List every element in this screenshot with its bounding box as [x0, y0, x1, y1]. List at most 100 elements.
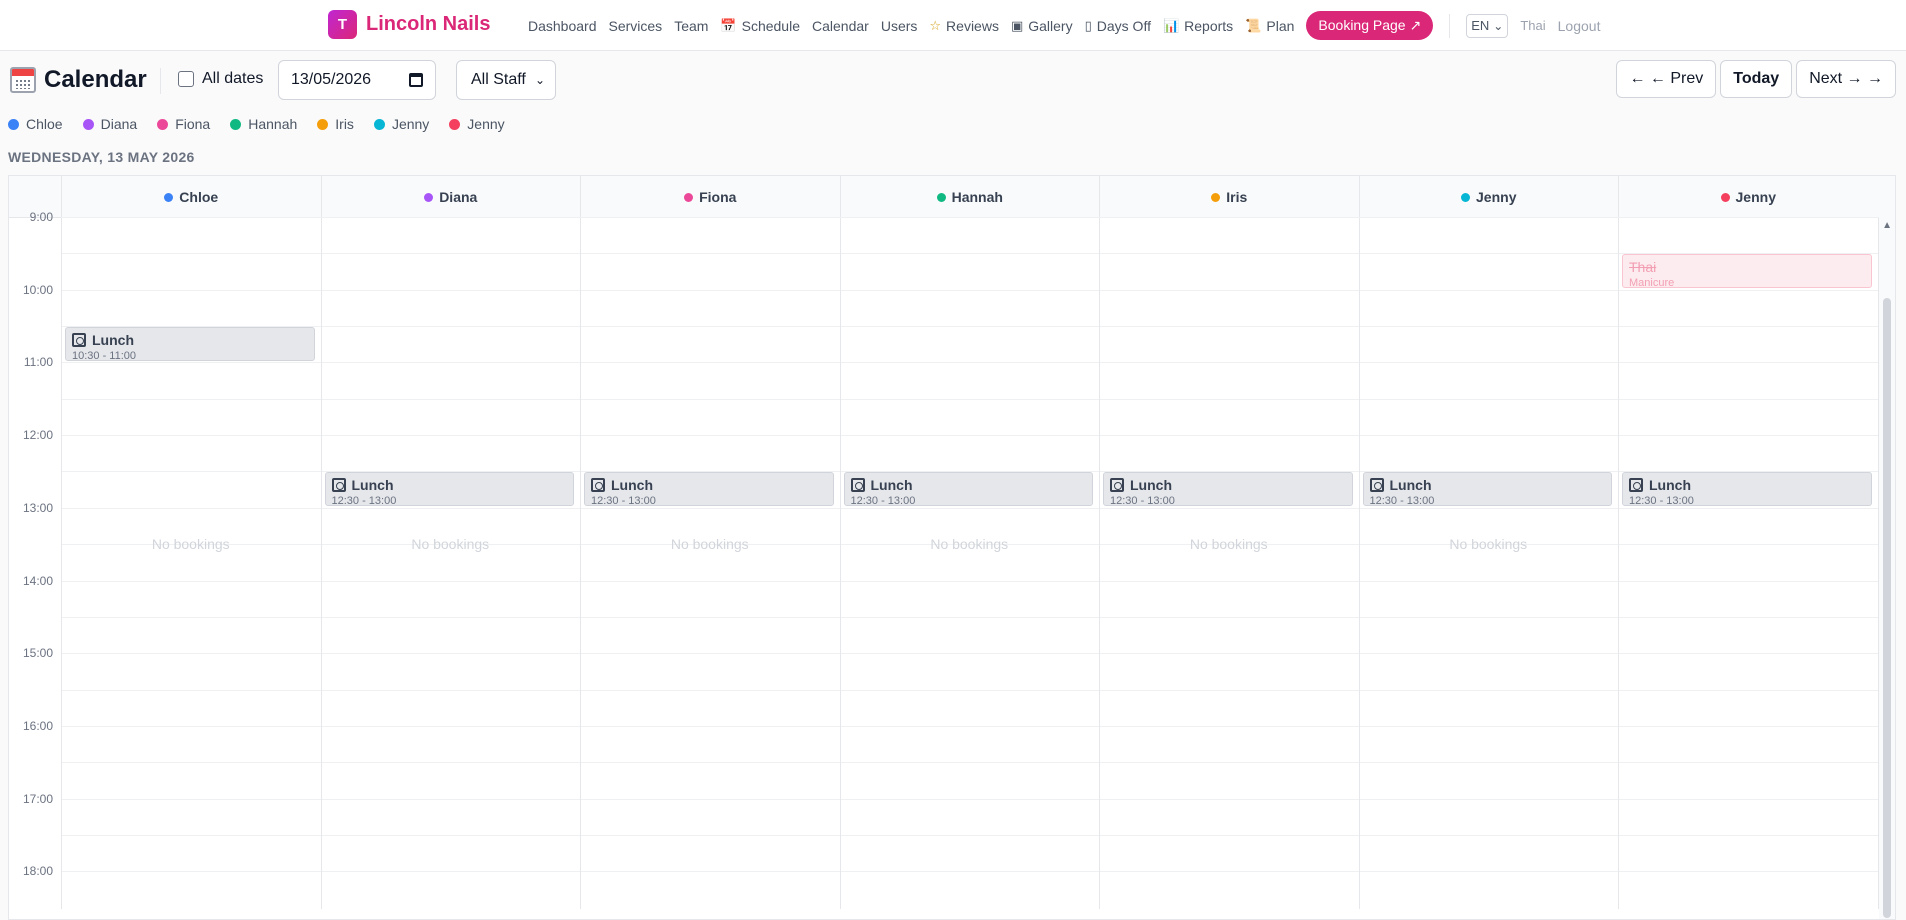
all-dates-label: All dates	[202, 70, 264, 87]
staff-column-header[interactable]: Fiona	[580, 176, 840, 218]
event-title: Lunch	[850, 477, 1087, 493]
nav-link-services[interactable]: Services	[609, 18, 663, 34]
scroll-icon: 📜	[1245, 18, 1262, 33]
hour-label: 15:00	[22, 646, 53, 661]
staff-color-dot	[8, 118, 19, 130]
calendar-grid: 9:00 10:00 11:00 12:00 13:00 14:00 15:00 16:00 1…	[9, 210, 1879, 919]
nav-link-reviews[interactable]: ☆ Reviews	[929, 18, 999, 34]
prev-button[interactable]: ← ← Prev	[1616, 60, 1717, 98]
column-divider	[839, 218, 841, 909]
all-dates-checkbox[interactable]	[178, 71, 194, 87]
nav-link-label: Services	[608, 17, 663, 34]
half-hour-line	[61, 689, 1879, 691]
hour-label: 14:00	[22, 573, 53, 588]
legend-item[interactable]: Chloe	[8, 116, 63, 132]
lunch-break-block[interactable]: Lunch 12:30 - 13:00	[584, 472, 834, 507]
nav-link-plan[interactable]: 📜 Plan	[1245, 18, 1294, 34]
hour-line	[61, 435, 1879, 437]
hour-label: 10:00	[22, 282, 53, 297]
staff-column-header[interactable]: Chloe	[61, 176, 321, 218]
event-title: Lunch	[1369, 477, 1606, 494]
hour-label: 12:00	[22, 428, 53, 443]
legend-item[interactable]: Jenny	[449, 116, 505, 132]
column-divider	[1099, 218, 1100, 909]
calendar-header: Chloe Diana Fiona Hannah Iris Jenny Jenny	[9, 176, 1895, 218]
booking-page-button[interactable]: Booking Page ↗	[1306, 11, 1434, 40]
lunch-break-block[interactable]: Lunch 12:30 - 13:00	[1622, 472, 1872, 507]
staff-column-header[interactable]: Iris	[1099, 176, 1359, 218]
staff-column-header[interactable]: Hannah	[839, 176, 1100, 218]
lunch-break-block[interactable]: Lunch 12:30 - 13:00	[1362, 472, 1612, 507]
nav-link-label: Plan	[1266, 17, 1295, 34]
nav-link-schedule[interactable]: 📅 Schedule	[720, 18, 800, 34]
staff-column-header[interactable]: Jenny	[1618, 176, 1878, 218]
column-divider	[61, 218, 62, 909]
hour-label: 16:00	[22, 718, 53, 733]
legend-item[interactable]: Diana	[82, 116, 137, 132]
column-divider	[1358, 218, 1360, 909]
staff-color-dot	[449, 118, 461, 130]
date-picker-icon[interactable]	[409, 73, 423, 87]
half-hour-line	[61, 398, 1879, 400]
all-dates-toggle[interactable]: All dates	[178, 70, 263, 88]
scroll-up-icon[interactable]: ▲	[1882, 220, 1892, 231]
staff-name: Hannah	[951, 189, 1003, 205]
lunch-break-block[interactable]: Lunch 12:30 - 13:00	[324, 472, 574, 507]
legend-item[interactable]: Jenny	[373, 116, 430, 132]
lunch-break-block[interactable]: Lunch 10:30 - 11:00	[65, 327, 315, 362]
staff-column-header[interactable]: Jenny	[1358, 176, 1619, 218]
nav-link-team[interactable]: Team	[674, 18, 708, 34]
lunch-break-block[interactable]: Lunch 12:30 - 13:00	[843, 472, 1093, 507]
event-service: Manicure	[1629, 277, 1675, 289]
event-title: Lunch	[331, 477, 568, 494]
scrollbar-thumb[interactable]	[1883, 298, 1891, 918]
today-button[interactable]: Today	[1720, 60, 1793, 98]
nav-link-users[interactable]: Users	[881, 18, 918, 34]
hour-label: 13:00	[22, 500, 53, 515]
logout-link[interactable]: Logout	[1558, 18, 1601, 34]
lunch-break-block[interactable]: Lunch 12:30 - 13:00	[1103, 472, 1353, 507]
staff-name: Jenny	[1476, 189, 1517, 205]
legend-item[interactable]: Iris	[317, 116, 354, 132]
legend-item[interactable]: Fiona	[157, 116, 210, 132]
hour-line	[61, 798, 1879, 800]
language-select[interactable]: EN ⌄	[1466, 13, 1509, 38]
cancelled-booking[interactable]: Thai Manicure	[1622, 254, 1872, 289]
date-input[interactable]: 13/05/2026	[278, 60, 436, 100]
event-title-text: Lunch	[1389, 477, 1432, 494]
next-button[interactable]: Next → →	[1796, 60, 1896, 98]
legend-label: Jenny	[391, 116, 430, 132]
staff-color-dot	[157, 118, 169, 130]
event-title: Lunch	[72, 332, 308, 348]
half-hour-line	[61, 834, 1879, 836]
nav-link-reports[interactable]: 📊 Reports	[1163, 18, 1233, 34]
staff-name: Chloe	[179, 189, 219, 205]
staff-color-dot	[230, 118, 242, 130]
hour-label: 17:00	[22, 791, 53, 806]
staff-name: Jenny	[1735, 189, 1776, 205]
event-title: Lunch	[1110, 477, 1346, 493]
nav-divider	[1449, 13, 1451, 38]
staff-column-header[interactable]: Diana	[320, 176, 581, 218]
staff-filter-select[interactable]: All Staff ⌄	[456, 60, 556, 100]
staff-color-dot	[1211, 192, 1221, 202]
event-title: Thai	[1629, 259, 1865, 275]
nav-link-dashboard[interactable]: Dashboard	[528, 18, 597, 34]
brand[interactable]: T Lincoln Nails	[328, 10, 490, 39]
chevron-down-icon: ⌄	[534, 73, 545, 87]
lunch-icon	[331, 478, 346, 493]
nav-link-days-off[interactable]: ▯ Days Off	[1085, 18, 1151, 34]
event-title: Lunch	[591, 477, 827, 493]
legend-label: Hannah	[248, 116, 298, 132]
nav-link-calendar[interactable]: Calendar	[812, 18, 869, 34]
hour-label: 11:00	[23, 355, 53, 370]
legend-label: Fiona	[175, 116, 211, 132]
staff-color-dot	[373, 118, 385, 130]
event-time: 12:30 - 13:00	[331, 495, 397, 507]
legend-item[interactable]: Hannah	[230, 116, 297, 132]
half-hour-line	[61, 253, 1879, 255]
nav-link-gallery[interactable]: ▣ Gallery	[1011, 18, 1073, 34]
event-title-text: Lunch	[351, 477, 394, 494]
scrollbar[interactable]: ▲	[1879, 176, 1895, 919]
event-time: 12:30 - 13:00	[1369, 495, 1435, 507]
